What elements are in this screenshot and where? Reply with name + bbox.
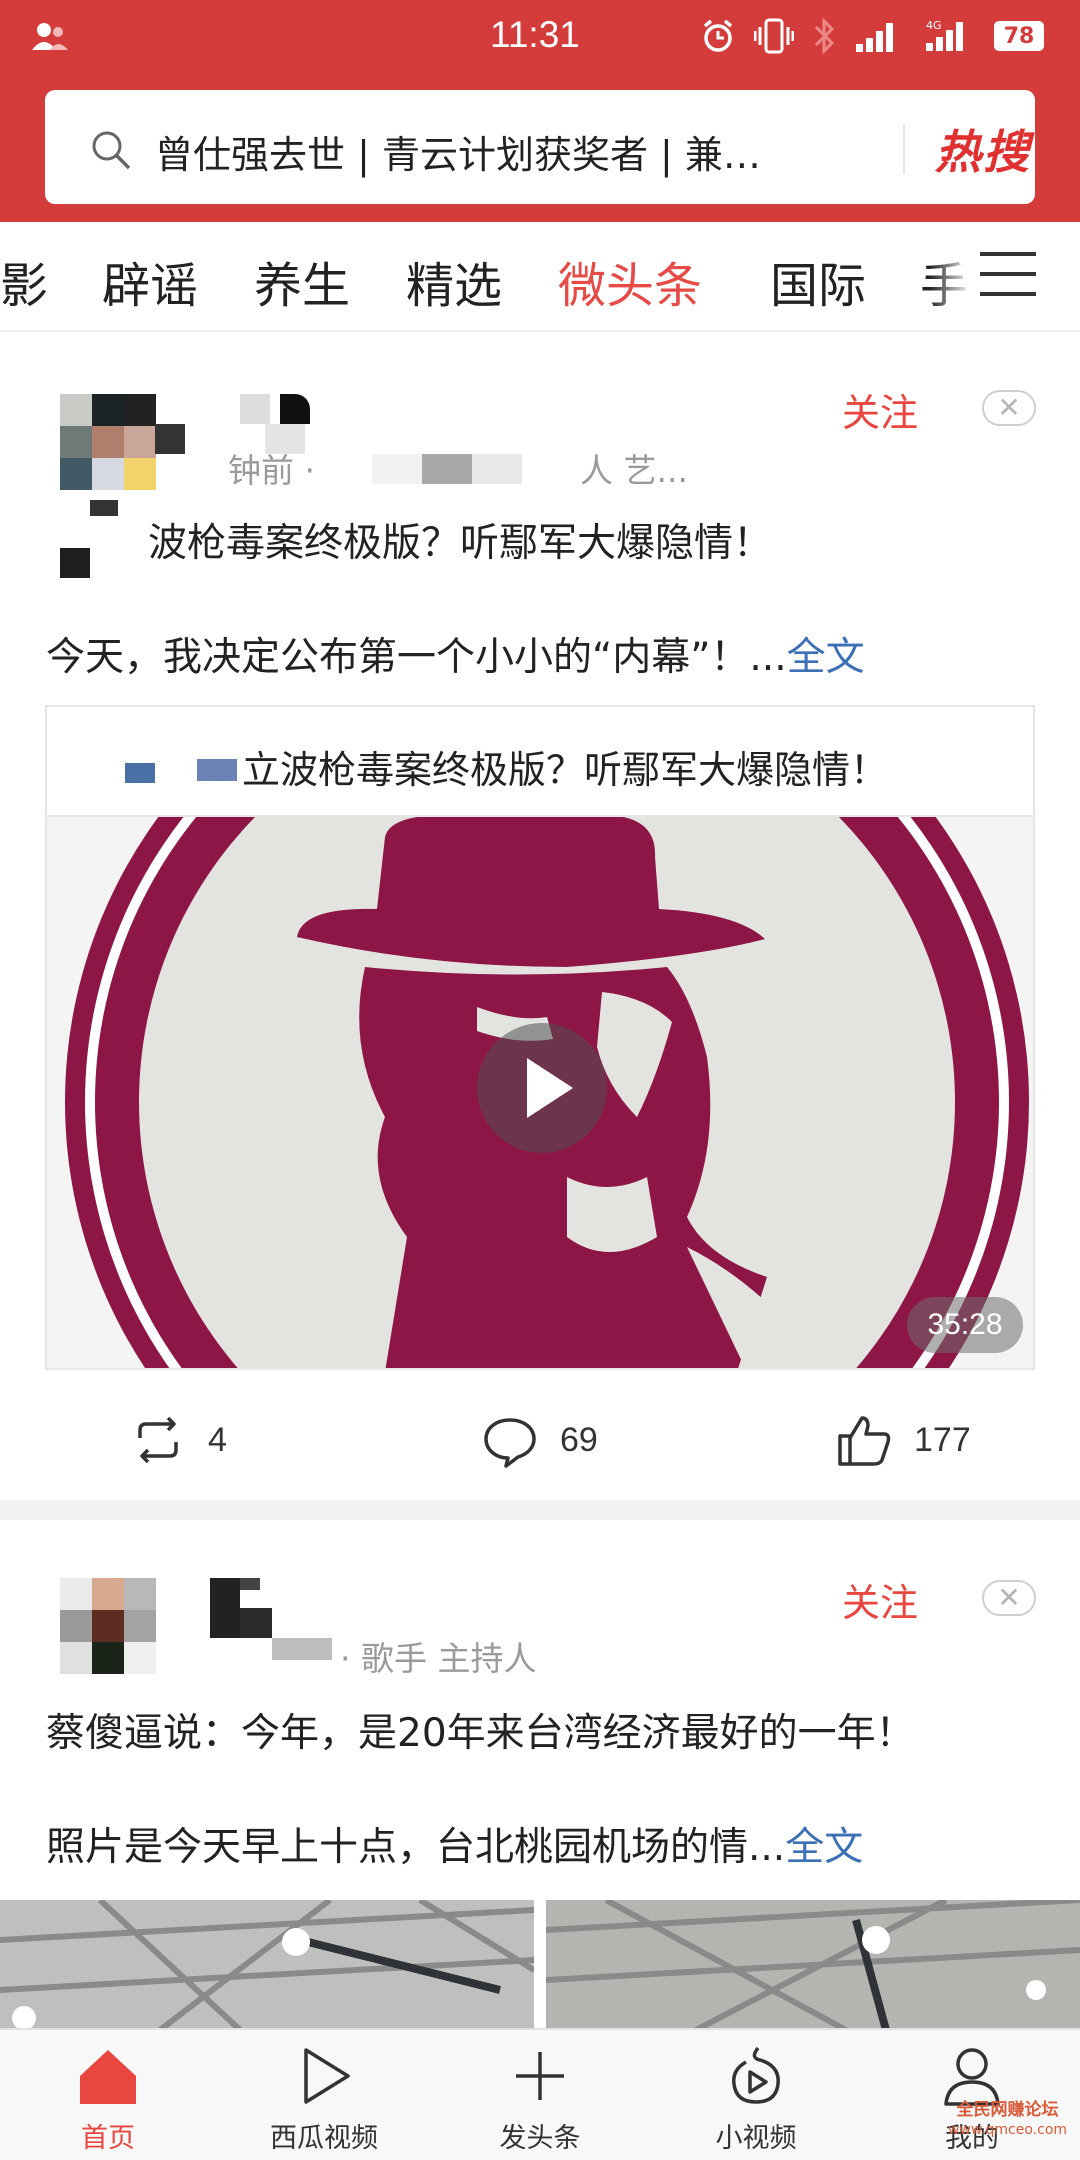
nav-xigua-video-label: 西瓜视频 xyxy=(270,2123,378,2154)
short-video-icon xyxy=(732,2046,780,2104)
home-icon xyxy=(80,2050,136,2104)
thumbs-up-icon xyxy=(838,1416,891,1466)
nav-short-video[interactable]: 小视频 xyxy=(648,2030,864,2160)
title-mosaic xyxy=(60,500,148,580)
tab-rumor[interactable]: 辟谣 xyxy=(102,246,198,316)
like-count: 177 xyxy=(914,1420,971,1459)
repost-count: 4 xyxy=(208,1420,227,1459)
post-image-grid xyxy=(0,1900,1080,2030)
post-body-text: 今天，我决定公布第一个小小的“内幕”！... xyxy=(46,635,787,680)
nav-profile[interactable]: 我的 xyxy=(864,2030,1080,2160)
avatar[interactable] xyxy=(60,1578,156,1674)
meta-mosaic xyxy=(372,450,582,486)
plus-icon xyxy=(516,2052,564,2100)
like-button[interactable]: 177 xyxy=(836,1405,971,1475)
video-thumbnail[interactable]: 35:28 xyxy=(45,815,1035,1370)
forum-watermark: 全民网赚论坛 www.qmceo.com xyxy=(948,2100,1067,2140)
status-time: 11:31 xyxy=(490,14,580,55)
vibrate-icon xyxy=(754,18,794,54)
airport-ceiling-image xyxy=(546,1900,1080,2030)
watermark-line2: www.qmceo.com xyxy=(948,2122,1068,2138)
nav-short-video-label: 小视频 xyxy=(715,2123,797,2154)
read-more-link[interactable]: 全文 xyxy=(787,635,865,680)
svg-text:4G: 4G xyxy=(926,19,942,32)
search-header: 曾仕强去世 | 青云计划获奖者 | 兼… 热搜 xyxy=(0,72,1080,222)
video-duration: 35:28 xyxy=(907,1297,1023,1353)
author-name-mosaic xyxy=(210,1578,340,1660)
nav-home[interactable]: 首页 xyxy=(0,2030,216,2160)
signal-icon xyxy=(856,23,893,52)
read-more-link[interactable]: 全文 xyxy=(785,1825,863,1870)
watermark-line1: 全民网赚论坛 xyxy=(956,2100,1059,2120)
tab-micro-headlines[interactable]: 微头条 xyxy=(558,246,702,316)
post-title[interactable]: 波枪毒案终极版？听鄢军大爆隐情！ xyxy=(148,512,772,568)
bottom-nav: 首页 西瓜视频 发头条 小视频 我的 xyxy=(0,2028,1080,2160)
post-image[interactable] xyxy=(0,1900,534,2030)
post-meta-right: 人 艺... xyxy=(580,451,688,490)
status-bar: 11:31 4G 78 xyxy=(0,0,1080,72)
post-meta: · 歌手 主持人 xyxy=(340,1639,537,1678)
repost-icon xyxy=(138,1416,178,1464)
nav-publish[interactable]: 发头条 xyxy=(432,2030,648,2160)
nav-xigua-video[interactable]: 西瓜视频 xyxy=(216,2030,432,2160)
user-status-icon xyxy=(32,23,68,50)
comment-icon xyxy=(484,1418,536,1468)
hot-search-button[interactable]: 热搜 xyxy=(935,116,1031,182)
comment-count: 69 xyxy=(560,1420,598,1459)
dismiss-button[interactable]: ✕ xyxy=(982,390,1036,426)
nav-home-label: 首页 xyxy=(81,2123,135,2154)
search-divider xyxy=(903,124,905,174)
repost-button[interactable]: 4 xyxy=(130,1405,227,1475)
post-body-text: 照片是今天早上十点，台北桃园机场的情... xyxy=(46,1825,786,1870)
shared-video-card[interactable]: 立波枪毒案终极版？听鄢军大爆隐情！ xyxy=(45,705,1035,815)
post-body[interactable]: 照片是今天早上十点，台北桃园机场的情...全文 xyxy=(46,1816,863,1872)
avatar[interactable] xyxy=(60,394,156,490)
share-card-mosaic xyxy=(125,759,243,785)
nav-publish-label: 发头条 xyxy=(499,2123,581,2154)
play-outline-icon xyxy=(304,2048,350,2104)
channel-tabs: 影 辟谣 养生 精选 微头条 国际 手 xyxy=(0,222,1080,332)
post-meta-left: 钟前 · xyxy=(228,451,315,490)
post-body[interactable]: 今天，我决定公布第一个小小的“内幕”！...全文 xyxy=(46,626,865,682)
search-bar[interactable]: 曾仕强去世 | 青云计划获奖者 | 兼… 热搜 xyxy=(45,90,1035,204)
follow-button[interactable]: 关注 xyxy=(842,1572,918,1627)
post-body-line[interactable]: 蔡傻逼说：今年，是20年来台湾经济最好的一年！ xyxy=(46,1702,915,1758)
shared-video-title: 立波枪毒案终极版？听鄢军大爆隐情！ xyxy=(242,748,889,792)
dismiss-button[interactable]: ✕ xyxy=(982,1580,1036,1616)
alarm-icon xyxy=(703,19,733,52)
tab-health[interactable]: 养生 xyxy=(254,246,350,316)
post-image[interactable] xyxy=(546,1900,1080,2030)
signal-4g-icon: 4G xyxy=(926,19,963,51)
play-button[interactable] xyxy=(477,1023,607,1153)
channel-menu-icon[interactable] xyxy=(980,252,1036,302)
post-actions: 4 69 177 xyxy=(0,1405,1080,1475)
comment-button[interactable]: 69 xyxy=(482,1405,598,1475)
tab-international[interactable]: 国际 xyxy=(770,246,866,316)
airport-ceiling-image xyxy=(0,1900,534,2030)
tab-movie[interactable]: 影 xyxy=(0,246,48,316)
bluetooth-icon xyxy=(814,17,835,55)
tab-featured[interactable]: 精选 xyxy=(406,246,502,316)
search-trending-text: 曾仕强去世 | 青云计划获奖者 | 兼… xyxy=(155,133,761,177)
person-icon xyxy=(944,2048,1000,2106)
feed-separator xyxy=(0,1500,1080,1520)
search-icon xyxy=(92,131,131,170)
battery-indicator: 78 xyxy=(994,21,1044,51)
status-icons: 4G 78 xyxy=(700,14,1044,58)
follow-button[interactable]: 关注 xyxy=(842,382,918,437)
